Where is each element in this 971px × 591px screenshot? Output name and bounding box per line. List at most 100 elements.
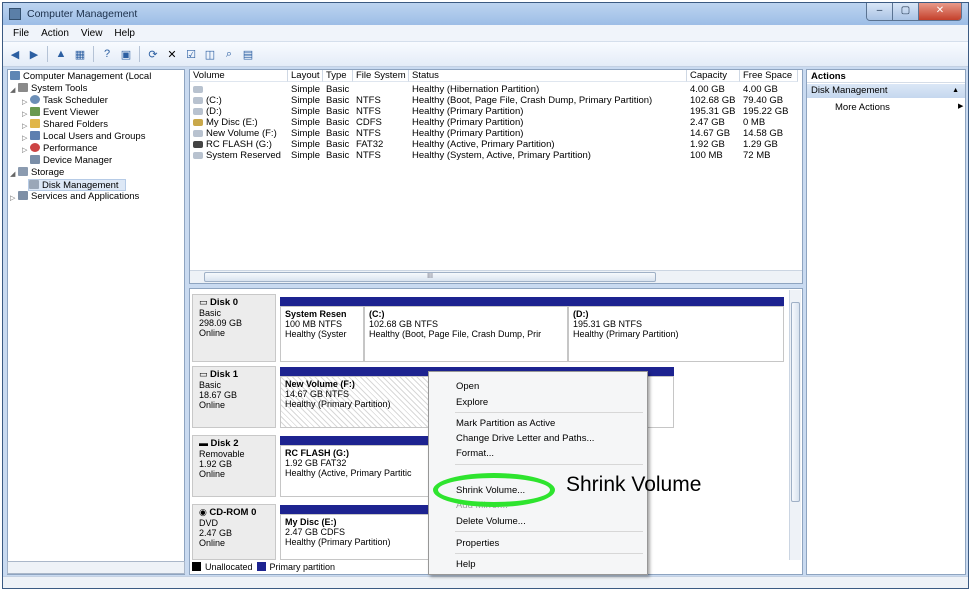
- tree-item-task-scheduler[interactable]: Task Scheduler: [30, 95, 108, 107]
- collapse-arrow-icon[interactable]: ◢: [10, 86, 15, 94]
- collapse-arrow-icon[interactable]: ◢: [10, 170, 15, 178]
- tree-item-device-manager[interactable]: Device Manager: [30, 155, 112, 167]
- disk-icon: ▭: [199, 297, 208, 307]
- forward-icon[interactable]: ▶: [26, 46, 42, 62]
- show-hide-tree-icon[interactable]: ▦: [72, 46, 88, 62]
- disk-name: Disk 1: [210, 369, 239, 380]
- more-actions[interactable]: More Actions ▶: [835, 102, 963, 113]
- delete-icon[interactable]: ✕: [164, 46, 180, 62]
- volume-cell: RC FLASH (G:): [206, 139, 272, 150]
- volume-cell: (C:): [206, 95, 222, 106]
- tree-item-performance[interactable]: Performance: [30, 143, 97, 155]
- legend-unallocated: Unallocated: [205, 561, 253, 572]
- ctx-help[interactable]: Help: [456, 559, 476, 570]
- volume-cell: 1.29 GB: [743, 139, 778, 150]
- menu-action[interactable]: Action: [35, 28, 75, 39]
- volume-cell: Healthy (Primary Partition): [412, 106, 524, 117]
- actions-section-disk-management[interactable]: Disk Management ▲: [807, 84, 965, 98]
- tree-item-disk-management[interactable]: Disk Management: [28, 179, 126, 191]
- disk-type: Removable: [199, 449, 245, 459]
- collapse-up-icon[interactable]: ▲: [952, 84, 959, 98]
- open-icon[interactable]: ◫: [202, 46, 218, 62]
- disk-1-label[interactable]: ▭ Disk 1 Basic 18.67 GB Online: [192, 366, 276, 428]
- tree-item-event-viewer[interactable]: Event Viewer: [30, 107, 99, 119]
- ctx-properties[interactable]: Properties: [456, 538, 499, 549]
- status-bar: [3, 576, 968, 588]
- tree-root[interactable]: Computer Management (Local: [10, 71, 151, 83]
- tree-label: Storage: [31, 167, 65, 178]
- device-manager-icon: [30, 155, 40, 164]
- expand-arrow-icon[interactable]: ▷: [22, 134, 27, 142]
- tree-item-local-users[interactable]: Local Users and Groups: [30, 131, 145, 143]
- ctx-change-drive-letter[interactable]: Change Drive Letter and Paths...: [456, 433, 594, 444]
- menu-separator: [455, 531, 643, 532]
- volume-cell: CDFS: [356, 117, 382, 128]
- back-icon[interactable]: ◀: [7, 46, 23, 62]
- disk-legend: Unallocated Primary partition: [192, 561, 335, 572]
- volume-cell: 102.68 GB: [690, 95, 736, 106]
- column-header-volume[interactable]: Volume: [190, 70, 288, 82]
- up-icon[interactable]: ▲: [53, 46, 69, 62]
- column-header-status[interactable]: Status: [409, 70, 687, 82]
- help-icon[interactable]: ?: [99, 46, 115, 62]
- disk-0-label[interactable]: ▭ Disk 0 Basic 298.09 GB Online: [192, 294, 276, 362]
- column-header-file-system[interactable]: File System: [353, 70, 409, 82]
- column-header-layout[interactable]: Layout: [288, 70, 323, 82]
- volume-cell: Simple: [291, 150, 321, 161]
- partition-title: (D:): [573, 309, 589, 319]
- storage-icon: [18, 167, 28, 176]
- refresh-icon[interactable]: ⟳: [145, 46, 161, 62]
- ctx-open[interactable]: Open: [456, 381, 479, 392]
- usb-drive-icon: [193, 141, 203, 148]
- volume-cell: 0 MB: [743, 117, 766, 128]
- tree-item-system-tools[interactable]: System Tools: [18, 83, 87, 95]
- partition-g[interactable]: RC FLASH (G:) 1.92 GB FAT32 Healthy (Act…: [280, 436, 440, 497]
- close-button[interactable]: ✕: [919, 3, 961, 20]
- search-icon[interactable]: ⌕: [221, 46, 237, 62]
- disk-view-vertical-scrollbar[interactable]: [789, 290, 801, 560]
- expand-arrow-icon[interactable]: ▷: [10, 194, 15, 202]
- cdrom-0-label[interactable]: ◉ CD-ROM 0 DVD 2.47 GB Online: [192, 504, 276, 560]
- volume-cell: NTFS: [356, 128, 381, 139]
- console-icon[interactable]: ▣: [118, 46, 134, 62]
- expand-arrow-icon[interactable]: ▷: [22, 146, 27, 154]
- partition-title: My Disc (E:): [285, 517, 337, 527]
- format-icon[interactable]: ▤: [240, 46, 256, 62]
- properties-icon[interactable]: ☑: [183, 46, 199, 62]
- tree-horizontal-scrollbar[interactable]: [7, 561, 185, 574]
- hdd-icon: [193, 108, 203, 115]
- column-header-capacity[interactable]: Capacity: [687, 70, 740, 82]
- partition-status: Healthy (Boot, Page File, Crash Dump, Pr…: [369, 329, 542, 339]
- column-header-type[interactable]: Type: [323, 70, 353, 82]
- scrollbar-thumb[interactable]: III: [204, 272, 656, 282]
- expand-arrow-icon[interactable]: ▷: [22, 122, 27, 130]
- scrollbar-thumb[interactable]: [791, 302, 800, 502]
- tree-item-services[interactable]: Services and Applications: [18, 191, 139, 203]
- disk-2-label[interactable]: ▬ Disk 2 Removable 1.92 GB Online: [192, 435, 276, 497]
- ctx-mark-active[interactable]: Mark Partition as Active: [456, 418, 555, 429]
- volume-horizontal-scrollbar[interactable]: III: [190, 270, 802, 283]
- menu-help[interactable]: Help: [108, 28, 141, 39]
- column-header-free-space[interactable]: Free Space: [740, 70, 798, 82]
- ctx-explore[interactable]: Explore: [456, 397, 488, 408]
- minimize-button[interactable]: –: [867, 3, 893, 20]
- partition-d[interactable]: (D:) 195.31 GB NTFS Healthy (Primary Par…: [568, 297, 784, 362]
- menu-file[interactable]: File: [7, 28, 35, 39]
- maximize-button[interactable]: ▢: [893, 3, 919, 20]
- event-viewer-icon: [30, 107, 40, 116]
- partition-e[interactable]: My Disc (E:) 2.47 GB CDFS Healthy (Prima…: [280, 505, 440, 560]
- expand-arrow-icon[interactable]: ▷: [22, 98, 27, 106]
- partition-system-reserved[interactable]: System Resen 100 MB NTFS Healthy (Syster: [280, 297, 364, 362]
- menu-view[interactable]: View: [75, 28, 109, 39]
- ctx-format[interactable]: Format...: [456, 448, 494, 459]
- expand-arrow-icon[interactable]: ▷: [22, 110, 27, 118]
- partition-c[interactable]: (C:) 102.68 GB NTFS Healthy (Boot, Page …: [364, 297, 568, 362]
- tree-label: System Tools: [31, 83, 88, 94]
- tree-item-storage[interactable]: Storage: [18, 167, 64, 179]
- tree-item-shared-folders[interactable]: Shared Folders: [30, 119, 108, 131]
- ctx-delete-volume[interactable]: Delete Volume...: [456, 516, 526, 527]
- volume-cell: 195.31 GB: [690, 106, 736, 117]
- partition-bar: [280, 505, 440, 514]
- volume-cell: Healthy (Active, Primary Partition): [412, 139, 555, 150]
- partition-bar: [568, 297, 784, 306]
